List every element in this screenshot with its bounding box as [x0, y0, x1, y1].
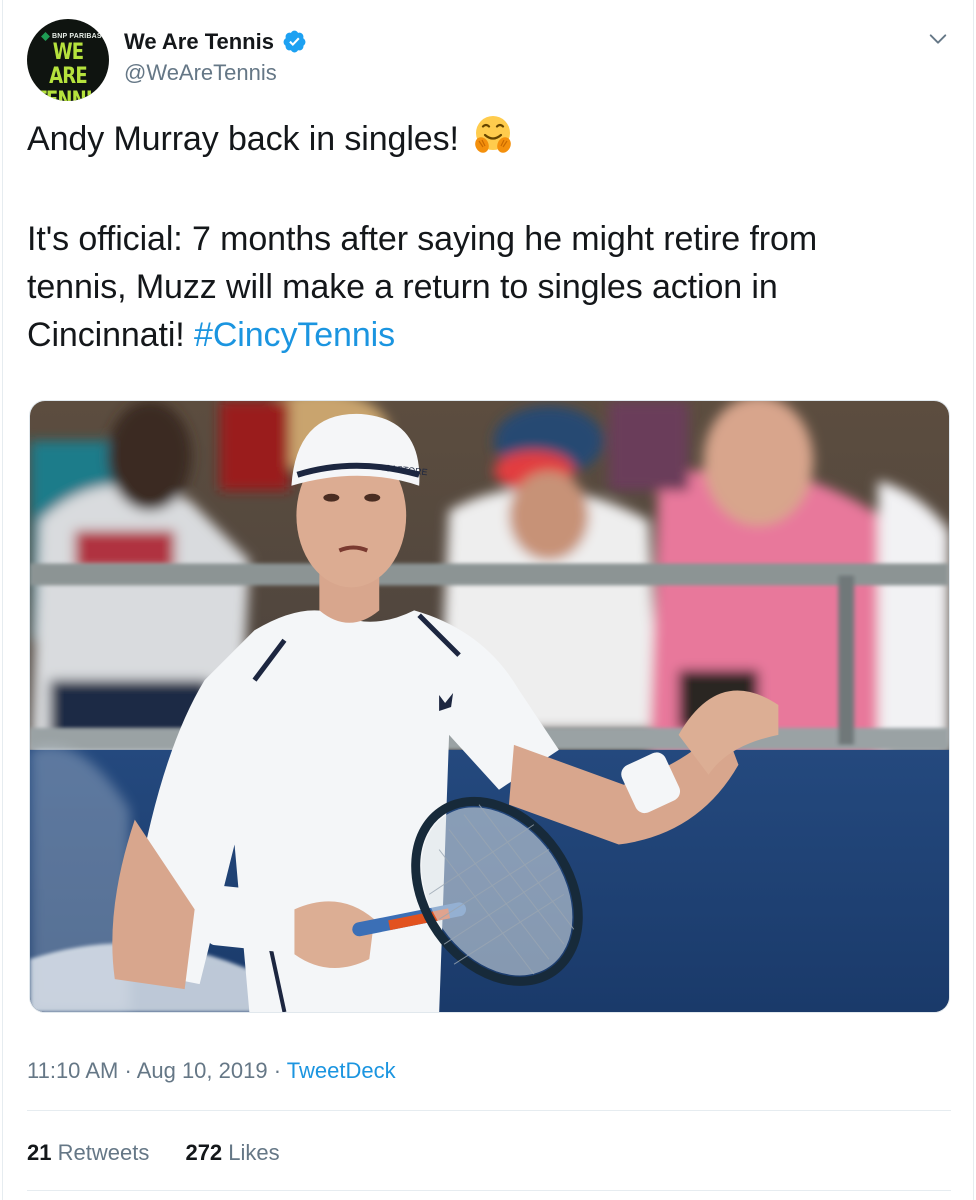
hashtag-link[interactable]: #CincyTennis: [194, 316, 395, 354]
tweet-date[interactable]: Aug 10, 2019: [137, 1058, 268, 1083]
chevron-down-icon[interactable]: [927, 28, 949, 50]
retweets-stat[interactable]: 21 Retweets: [27, 1140, 149, 1165]
author-block: We Are Tennis @WeAreTennis: [124, 28, 307, 88]
photo-andy-murray: CASTORE: [30, 401, 949, 1012]
likes-stat[interactable]: 272 Likes: [185, 1140, 279, 1165]
tweet-card[interactable]: BNP PARIBAS WE ARE TENNIS We Are Tennis …: [2, 0, 974, 1200]
divider: [27, 1110, 951, 1111]
source-link[interactable]: TweetDeck: [287, 1058, 396, 1083]
handle[interactable]: @WeAreTennis: [124, 58, 307, 88]
tweet-photo[interactable]: CASTORE: [29, 400, 950, 1013]
tweet-stats: 21 Retweets 272 Likes: [27, 1137, 280, 1169]
bnp-star-icon: [41, 32, 50, 41]
tweet-meta: 11:10 AM · Aug 10, 2019 · TweetDeck: [27, 1058, 396, 1083]
verified-badge-icon: [283, 30, 306, 52]
divider: [27, 1190, 951, 1191]
tweet-text: Andy Murray back in singles! It's offici…: [27, 113, 947, 359]
tweet-time[interactable]: 11:10 AM: [27, 1058, 118, 1083]
avatar[interactable]: BNP PARIBAS WE ARE TENNIS: [27, 19, 109, 101]
hugging-face-icon: [475, 116, 511, 153]
avatar-logo: WE ARE TENNIS: [34, 40, 104, 102]
display-name[interactable]: We Are Tennis: [124, 28, 274, 56]
